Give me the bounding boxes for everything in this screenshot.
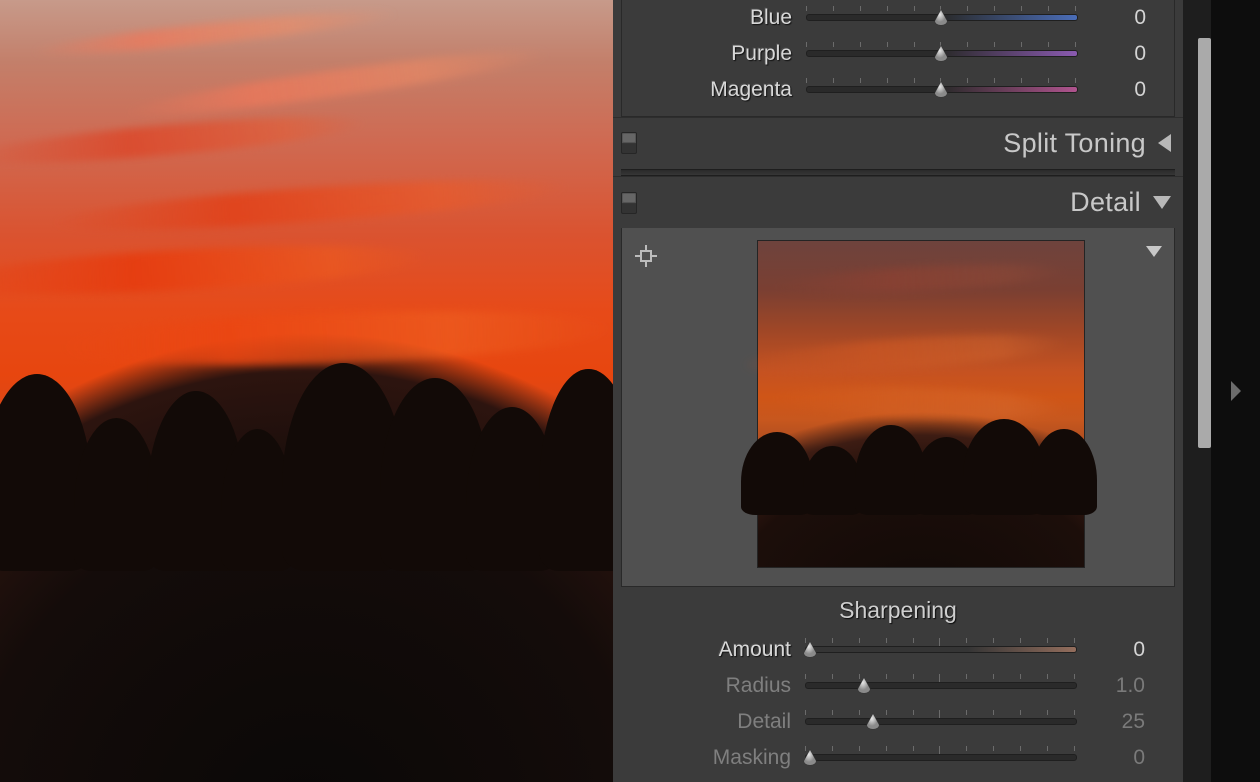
slider-handle-icon[interactable] (932, 81, 950, 99)
slider-label: Radius (631, 674, 805, 698)
detail-preview-thumbnail[interactable] (757, 240, 1085, 568)
slider[interactable] (805, 638, 1075, 662)
slider-handle-icon[interactable] (932, 9, 950, 27)
slider-row: Purple 0 (622, 36, 1174, 72)
slider-label: Purple (632, 42, 806, 66)
slider-label: Masking (631, 746, 805, 770)
panel-scrollbar-track[interactable] (1183, 0, 1211, 782)
split-toning-toggle-icon[interactable] (621, 132, 637, 154)
slider-row: Masking 0 (621, 740, 1175, 776)
slider-row: Radius 1.0 (621, 668, 1175, 704)
slider-value[interactable]: 25 (1075, 710, 1145, 734)
panel-scrollbar-thumb[interactable] (1198, 38, 1211, 448)
slider-handle-icon[interactable] (801, 641, 819, 659)
slider-handle-icon[interactable] (864, 713, 882, 731)
panel-divider (621, 169, 1175, 176)
slider[interactable] (806, 42, 1076, 66)
slider-handle-icon[interactable] (855, 677, 873, 695)
slider-label: Amount (631, 638, 805, 662)
chevron-down-icon[interactable] (1146, 246, 1162, 257)
slider-row: Blue 0 (622, 0, 1174, 36)
right-collapsed-panel[interactable] (1211, 0, 1260, 782)
slider-label: Blue (632, 6, 806, 30)
detail-panel-body (621, 228, 1175, 587)
slider-value[interactable]: 0 (1076, 6, 1146, 30)
slider[interactable] (806, 78, 1076, 102)
detail-header[interactable]: Detail (613, 176, 1183, 228)
slider[interactable] (805, 710, 1075, 734)
slider-handle-icon[interactable] (801, 749, 819, 767)
develop-panel: Blue 0 Purple 0 Magenta 0 Split Toning Detail (613, 0, 1183, 782)
slider[interactable] (805, 746, 1075, 770)
sharpening-section: Sharpening Amount 0 Radius 1.0 Detail 25 Maski… (621, 587, 1175, 782)
color-sliders-group: Blue 0 Purple 0 Magenta 0 (621, 0, 1175, 117)
detail-target-icon[interactable] (634, 244, 658, 268)
slider-value[interactable]: 0 (1076, 78, 1146, 102)
slider-row: Amount 0 (621, 632, 1175, 668)
slider-value[interactable]: 1.0 (1075, 674, 1145, 698)
slider[interactable] (806, 6, 1076, 30)
split-toning-header[interactable]: Split Toning (613, 117, 1183, 169)
split-toning-title: Split Toning (647, 128, 1158, 159)
slider-value[interactable]: 0 (1076, 42, 1146, 66)
chevron-left-icon (1158, 134, 1171, 152)
detail-title: Detail (647, 187, 1153, 218)
chevron-right-icon (1231, 381, 1241, 401)
slider[interactable] (805, 674, 1075, 698)
main-photo-preview[interactable] (0, 0, 613, 782)
detail-toggle-icon[interactable] (621, 192, 637, 214)
sharpening-title: Sharpening (621, 597, 1175, 624)
slider-label: Detail (631, 710, 805, 734)
slider-row: Detail 25 (621, 704, 1175, 740)
slider-label: Magenta (632, 78, 806, 102)
chevron-down-icon (1153, 196, 1171, 209)
slider-row: Magenta 0 (622, 72, 1174, 108)
slider-value[interactable]: 0 (1075, 638, 1145, 662)
slider-handle-icon[interactable] (932, 45, 950, 63)
slider-value[interactable]: 0 (1075, 746, 1145, 770)
